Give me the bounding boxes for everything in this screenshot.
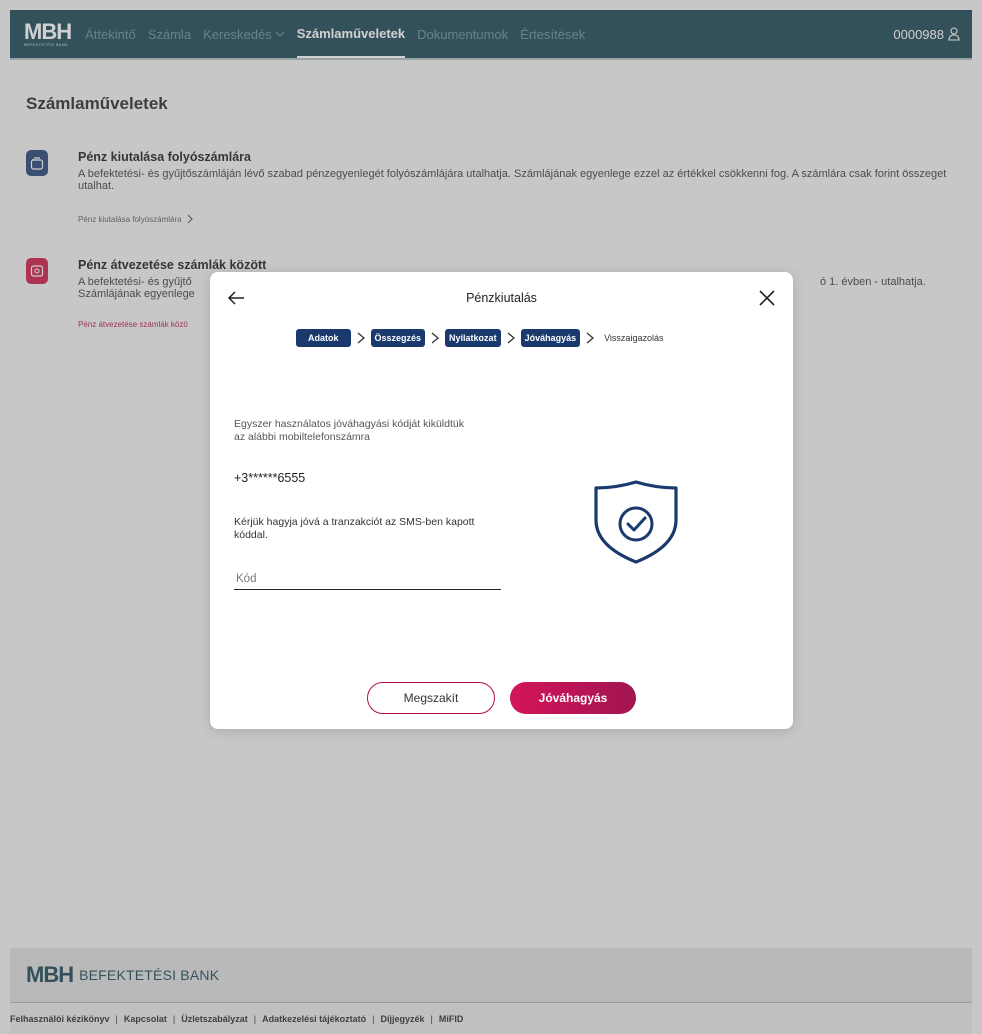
penzkiutalas-modal: Pénzkiutalás Adatok Összegzés Nyilatkoza… (210, 272, 793, 729)
masked-phone-number: +3******6555 (234, 471, 306, 485)
chevron-right-icon (357, 332, 365, 344)
shield-check-icon (594, 480, 678, 564)
sms-info-text: Egyszer használatos jóváhagyási kódját k… (234, 418, 464, 443)
step-visszaigazolas: Visszaigazolás (604, 333, 664, 343)
step-nyilatkozat: Nyilatkozat (445, 329, 501, 347)
code-input[interactable] (234, 568, 501, 590)
modal-title: Pénzkiutalás (466, 291, 537, 305)
approve-button[interactable]: Jóváhagyás (510, 682, 636, 714)
chevron-right-icon (507, 332, 515, 344)
cancel-button[interactable]: Megszakít (367, 682, 495, 714)
close-icon[interactable] (757, 288, 777, 308)
step-adatok: Adatok (296, 329, 351, 347)
approve-instructions: Kérjük hagyja jóvá a tranzakciót az SMS-… (234, 516, 475, 541)
chevron-right-icon (431, 332, 440, 344)
step-osszegzes: Összegzés (370, 329, 426, 347)
step-jovahagyas: Jóváhagyás (520, 329, 581, 347)
stepper: Adatok Összegzés Nyilatkozat Jóváhagyás … (296, 328, 667, 348)
chevron-right-icon (586, 332, 595, 344)
